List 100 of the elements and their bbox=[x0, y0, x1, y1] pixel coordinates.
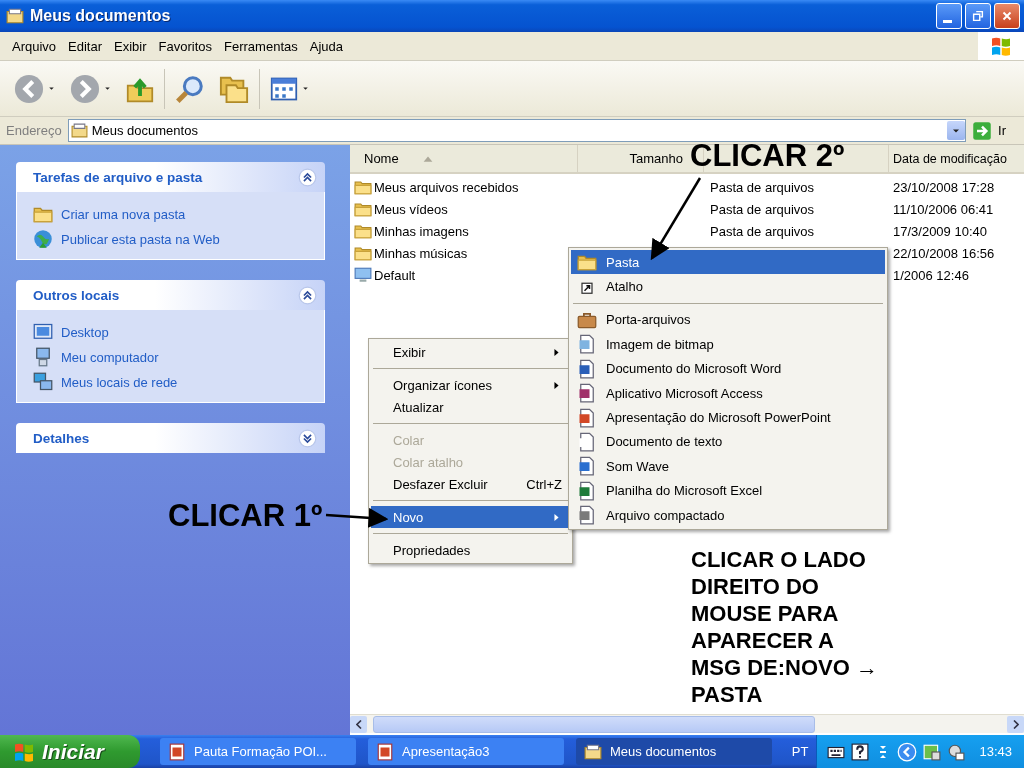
folder-icon bbox=[6, 7, 24, 25]
menu-item[interactable]: Desfazer Excluir Ctrl+Z bbox=[371, 473, 570, 495]
menu-item[interactable]: Exibir bbox=[371, 341, 570, 363]
caret-icon bbox=[103, 84, 112, 93]
document-icon bbox=[577, 480, 597, 501]
slide-document-icon bbox=[168, 742, 186, 761]
taskbar-button[interactable]: Apresentação3 bbox=[368, 738, 564, 765]
document-icon bbox=[577, 334, 597, 355]
file-type: Pasta de arquivos bbox=[710, 223, 815, 239]
horizontal-scrollbar[interactable] bbox=[350, 714, 1024, 733]
folder-icon bbox=[354, 200, 372, 218]
monitor-icon bbox=[354, 266, 372, 284]
annotation-text: CLICAR 1º bbox=[168, 500, 323, 531]
pane-link[interactable]: Meu computador bbox=[61, 349, 159, 365]
collapse-chevron-icon[interactable] bbox=[298, 428, 317, 448]
annotation-text: CLICAR O LADO DIREITO DO MOUSE PARA APARECER A MSG DE:NOVO → PASTA bbox=[691, 546, 878, 708]
dropdown-button[interactable] bbox=[947, 121, 966, 140]
close-icon bbox=[1000, 9, 1014, 23]
menu-item[interactable]: Novo bbox=[371, 506, 570, 528]
menu-item[interactable]: Imagem de bitmap bbox=[571, 332, 885, 357]
menu-item[interactable]: Som Wave bbox=[571, 454, 885, 479]
menu-item[interactable]: Arquivo bbox=[6, 38, 63, 54]
menu-item[interactable]: Exibir bbox=[108, 38, 153, 54]
menu-item[interactable]: Ajuda bbox=[303, 38, 349, 54]
menu-item[interactable]: Atualizar bbox=[371, 396, 570, 418]
document-icon bbox=[577, 407, 597, 428]
pane-link[interactable]: Meus locais de rede bbox=[61, 374, 178, 390]
minimize-button[interactable] bbox=[936, 3, 962, 29]
menu-item[interactable]: Documento de texto bbox=[571, 429, 885, 455]
folder-icon bbox=[584, 742, 602, 761]
scrollbar-thumb[interactable] bbox=[373, 715, 815, 733]
menu-item[interactable]: Editar bbox=[62, 38, 109, 54]
document-icon bbox=[577, 456, 597, 477]
file-name[interactable]: Meus arquivos recebidos bbox=[374, 179, 519, 195]
file-date: 1/2006 12:46 bbox=[893, 267, 969, 283]
file-date: 23/10/2008 17:28 bbox=[893, 179, 995, 195]
pane-header[interactable]: Tarefas de arquivo e pasta bbox=[16, 162, 325, 192]
computer-icon bbox=[33, 347, 53, 367]
chevron-right-icon bbox=[1012, 719, 1019, 729]
pane-header[interactable]: Detalhes bbox=[16, 423, 325, 453]
restore-button[interactable] bbox=[965, 3, 991, 29]
annotation-arrow bbox=[325, 507, 389, 528]
menu-item[interactable]: Arquivo compactado bbox=[571, 502, 885, 528]
start-button[interactable]: Iniciar bbox=[0, 735, 140, 768]
column-header[interactable]: Data de modificação bbox=[889, 145, 1024, 172]
close-button[interactable] bbox=[994, 3, 1020, 29]
folder-icon bbox=[354, 244, 372, 262]
desktop-icon bbox=[33, 322, 53, 342]
file-date: 22/10/2008 16:56 bbox=[893, 245, 995, 261]
pane-header[interactable]: Outros locais bbox=[16, 280, 325, 310]
menu-item[interactable]: Porta-arquivos bbox=[571, 307, 885, 333]
pane-link[interactable]: Criar uma nova pasta bbox=[61, 206, 186, 222]
forward-icon bbox=[70, 73, 100, 104]
menu-item[interactable]: Pasta bbox=[571, 250, 885, 275]
file-name[interactable]: Minhas imagens bbox=[374, 223, 469, 239]
show-hidden-icons-icon[interactable] bbox=[897, 741, 918, 762]
menu-item[interactable]: Documento do Microsoft Word bbox=[571, 356, 885, 381]
scroll-right-button[interactable] bbox=[1007, 715, 1024, 733]
language-indicator[interactable]: PT bbox=[783, 744, 817, 759]
tray-app-icon[interactable] bbox=[923, 742, 942, 761]
address-field[interactable]: Meus documentos bbox=[67, 119, 967, 142]
menu-item[interactable]: Planilha do Microsoft Excel bbox=[571, 478, 885, 503]
tray-app-icon[interactable] bbox=[947, 742, 966, 761]
slide-document-icon bbox=[376, 742, 394, 761]
file-date: 11/10/2006 06:41 bbox=[893, 201, 994, 217]
menu-item[interactable]: Favoritos bbox=[152, 38, 219, 54]
caret-icon bbox=[47, 84, 56, 93]
file-name[interactable]: Minhas músicas bbox=[374, 245, 468, 261]
file-name[interactable]: Meus vídeos bbox=[374, 201, 448, 217]
scroll-left-button[interactable] bbox=[350, 715, 367, 733]
menu-item[interactable]: Atalho bbox=[571, 274, 885, 299]
caret-icon bbox=[301, 84, 310, 93]
menu-item[interactable]: Ferramentas bbox=[218, 38, 304, 54]
taskbar-button[interactable]: Meus documentos bbox=[576, 738, 772, 765]
taskbar-button[interactable]: Pauta Formação POI... bbox=[160, 738, 356, 765]
document-icon bbox=[577, 383, 597, 404]
minimize-icon bbox=[942, 19, 952, 23]
chevron-left-icon bbox=[355, 719, 362, 729]
collapse-chevron-icon[interactable] bbox=[298, 285, 317, 305]
help-icon[interactable] bbox=[851, 742, 870, 761]
folder-icon bbox=[70, 122, 88, 139]
clock: 13:43 bbox=[979, 744, 1012, 759]
document-icon bbox=[577, 358, 597, 379]
collapse-chevron-icon[interactable] bbox=[298, 167, 317, 187]
folder-icon bbox=[354, 178, 372, 196]
file-type: Pasta de arquivos bbox=[710, 179, 815, 195]
menu-item[interactable]: Organizar ícones bbox=[371, 374, 570, 396]
address-label: Endereço bbox=[5, 123, 63, 138]
pane-link[interactable]: Publicar esta pasta na Web bbox=[61, 231, 220, 247]
file-name[interactable]: Default bbox=[374, 267, 416, 283]
file-date: 17/3/2009 10:40 bbox=[893, 223, 987, 239]
network-icon bbox=[33, 372, 53, 392]
go-button[interactable]: Ir bbox=[970, 120, 1020, 141]
column-header[interactable]: Nome bbox=[350, 145, 578, 172]
menu-item[interactable]: Aplicativo Microsoft Access bbox=[571, 380, 885, 406]
window-title: Meus documentos bbox=[30, 7, 171, 25]
menu-item[interactable]: Apresentação do Microsoft PowerPoint bbox=[571, 405, 885, 430]
menu-item[interactable]: Propriedades bbox=[371, 539, 570, 561]
pane-link[interactable]: Desktop bbox=[61, 324, 109, 340]
file-type: Pasta de arquivos bbox=[710, 201, 815, 217]
